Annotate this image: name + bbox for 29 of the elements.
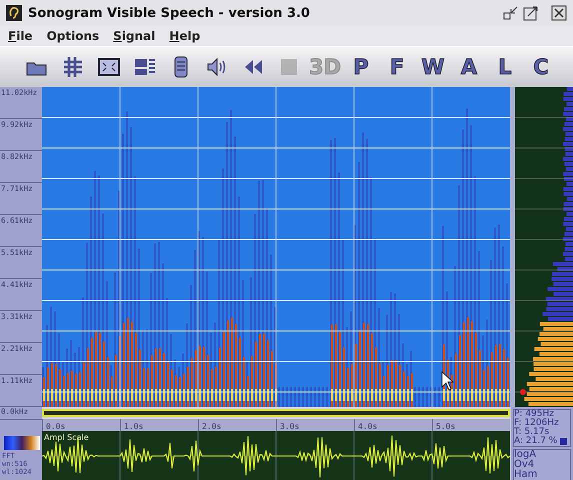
toolbar-button[interactable]: P	[346, 52, 376, 82]
color-scale-bar	[4, 436, 40, 450]
readout-value: A: 21.7 %	[514, 437, 558, 446]
readout-value: T: 5.17s	[514, 428, 550, 437]
amplitude-swatch	[560, 438, 568, 445]
slider-track[interactable]	[510, 87, 515, 407]
menu-item[interactable]: Signal	[113, 29, 156, 43]
setting-value: logA	[514, 450, 538, 460]
menu-item[interactable]: Options	[46, 29, 100, 43]
minimize-icon[interactable]	[503, 5, 519, 21]
setting-value: Ham	[514, 470, 538, 480]
toolbar-button[interactable]: A	[454, 52, 484, 82]
waveform-label: Ampl Scale	[44, 433, 89, 442]
toolbar-button[interactable]: W	[418, 52, 448, 82]
maximize-icon[interactable]	[523, 5, 539, 21]
grid-icon	[61, 55, 85, 79]
fit-window-icon	[97, 55, 121, 79]
toolbar-button[interactable]: L	[490, 52, 520, 82]
toolbar-button[interactable]: C	[526, 52, 556, 82]
ear-icon	[6, 5, 22, 21]
toolbar-button[interactable]: F	[382, 52, 412, 82]
readout-value: F: 1206Hz	[514, 419, 559, 428]
menu-item[interactable]: Help	[169, 29, 200, 43]
menu-item[interactable]: File	[8, 29, 33, 43]
setting-value: Ov4	[514, 460, 534, 470]
zoom-scrollbar[interactable]	[42, 409, 510, 417]
close-icon[interactable]	[551, 5, 567, 21]
window-title: Sonogram Visible Speech - version 3.0	[28, 6, 310, 20]
readout-value: P: 495Hz	[514, 410, 554, 419]
